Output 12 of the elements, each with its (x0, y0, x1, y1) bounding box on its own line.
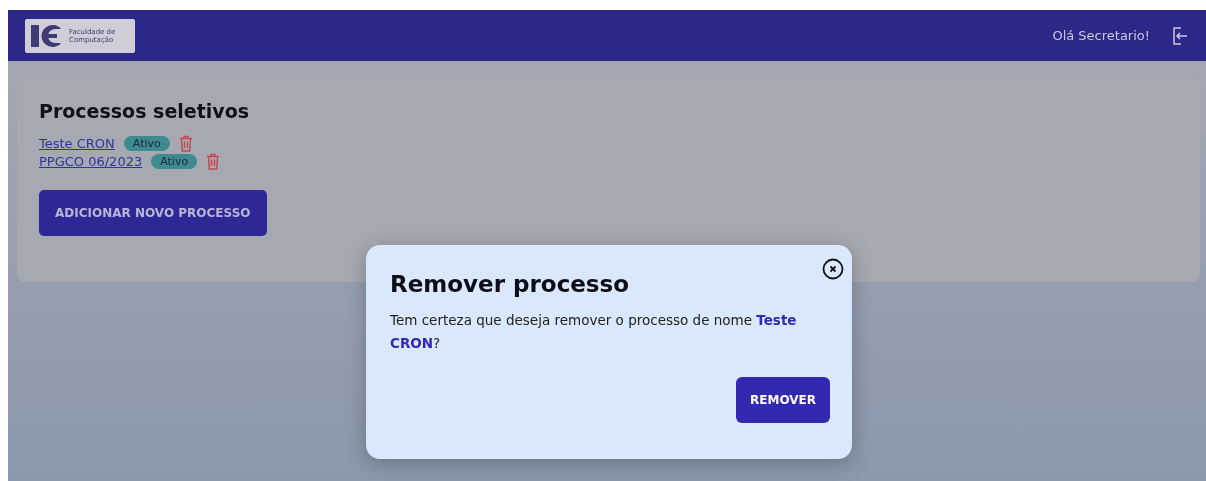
dialog-title: Remover processo (390, 271, 631, 297)
greeting: Olá Secretario! (1052, 28, 1150, 43)
remove-button[interactable]: REMOVER (736, 377, 830, 423)
process-link[interactable]: Teste CRON (39, 135, 115, 151)
add-process-button[interactable]: ADICIONAR NOVO PROCESSO (39, 190, 267, 236)
process-link[interactable]: PPGCO 06/2023 (39, 153, 143, 169)
close-icon[interactable] (822, 258, 844, 280)
status-badge: Ativo (151, 153, 198, 169)
dialog-message: Tem certeza que deseja remover o processo de nome Teste CRON? (390, 311, 798, 353)
logout-icon[interactable] (1172, 26, 1188, 45)
section-title: Processos seletivos (39, 100, 251, 122)
status-badge: Ativo (123, 135, 170, 151)
